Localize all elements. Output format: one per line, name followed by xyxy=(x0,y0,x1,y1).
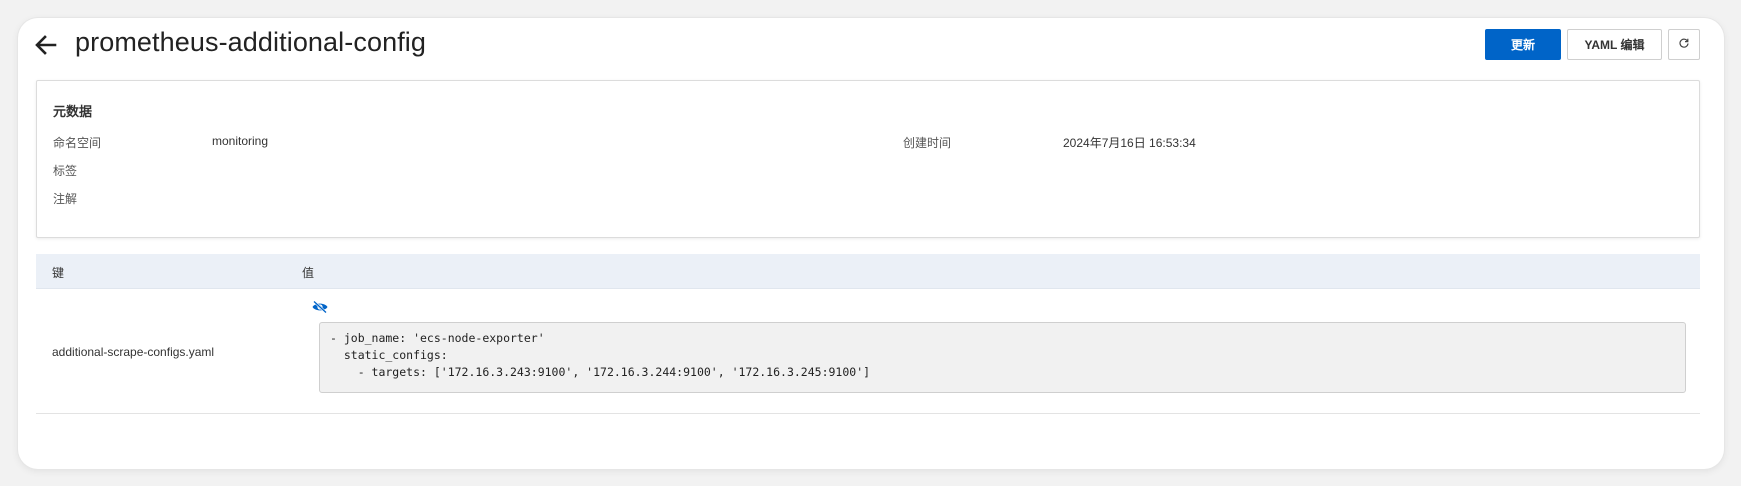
annotations-label: 注解 xyxy=(53,192,78,206)
namespace-value: monitoring xyxy=(212,134,269,148)
eye-slash-icon[interactable] xyxy=(311,300,329,314)
labels-label: 标签 xyxy=(53,164,78,178)
metadata-card: 元数据 命名空间 monitoring 创建时间 2024年7月16日 16:5… xyxy=(36,80,1700,238)
app-window: prometheus-additional-config 更新 YAML 编辑 … xyxy=(18,18,1724,469)
table-header: 键 值 xyxy=(36,254,1700,289)
page-header: prometheus-additional-config 更新 YAML 编辑 xyxy=(18,18,1724,78)
value-code-block[interactable]: - job_name: 'ecs-node-exporter' static_c… xyxy=(319,322,1686,393)
namespace-label: 命名空间 xyxy=(53,136,102,150)
refresh-icon xyxy=(1678,37,1690,52)
arrow-left-icon[interactable] xyxy=(33,32,59,58)
column-header-value: 值 xyxy=(302,266,315,280)
refresh-button[interactable] xyxy=(1668,29,1700,60)
metadata-title: 元数据 xyxy=(53,104,93,119)
table-row: additional-scrape-configs.yaml - job_nam… xyxy=(36,289,1700,414)
page-title: prometheus-additional-config xyxy=(75,27,427,57)
created-time-value: 2024年7月16日 16:53:34 xyxy=(1063,136,1196,150)
created-time-label: 创建时间 xyxy=(903,136,952,150)
update-button[interactable]: 更新 xyxy=(1485,29,1561,60)
row-key: additional-scrape-configs.yaml xyxy=(52,345,215,359)
column-header-key: 键 xyxy=(52,266,65,280)
yaml-edit-button[interactable]: YAML 编辑 xyxy=(1567,29,1662,60)
